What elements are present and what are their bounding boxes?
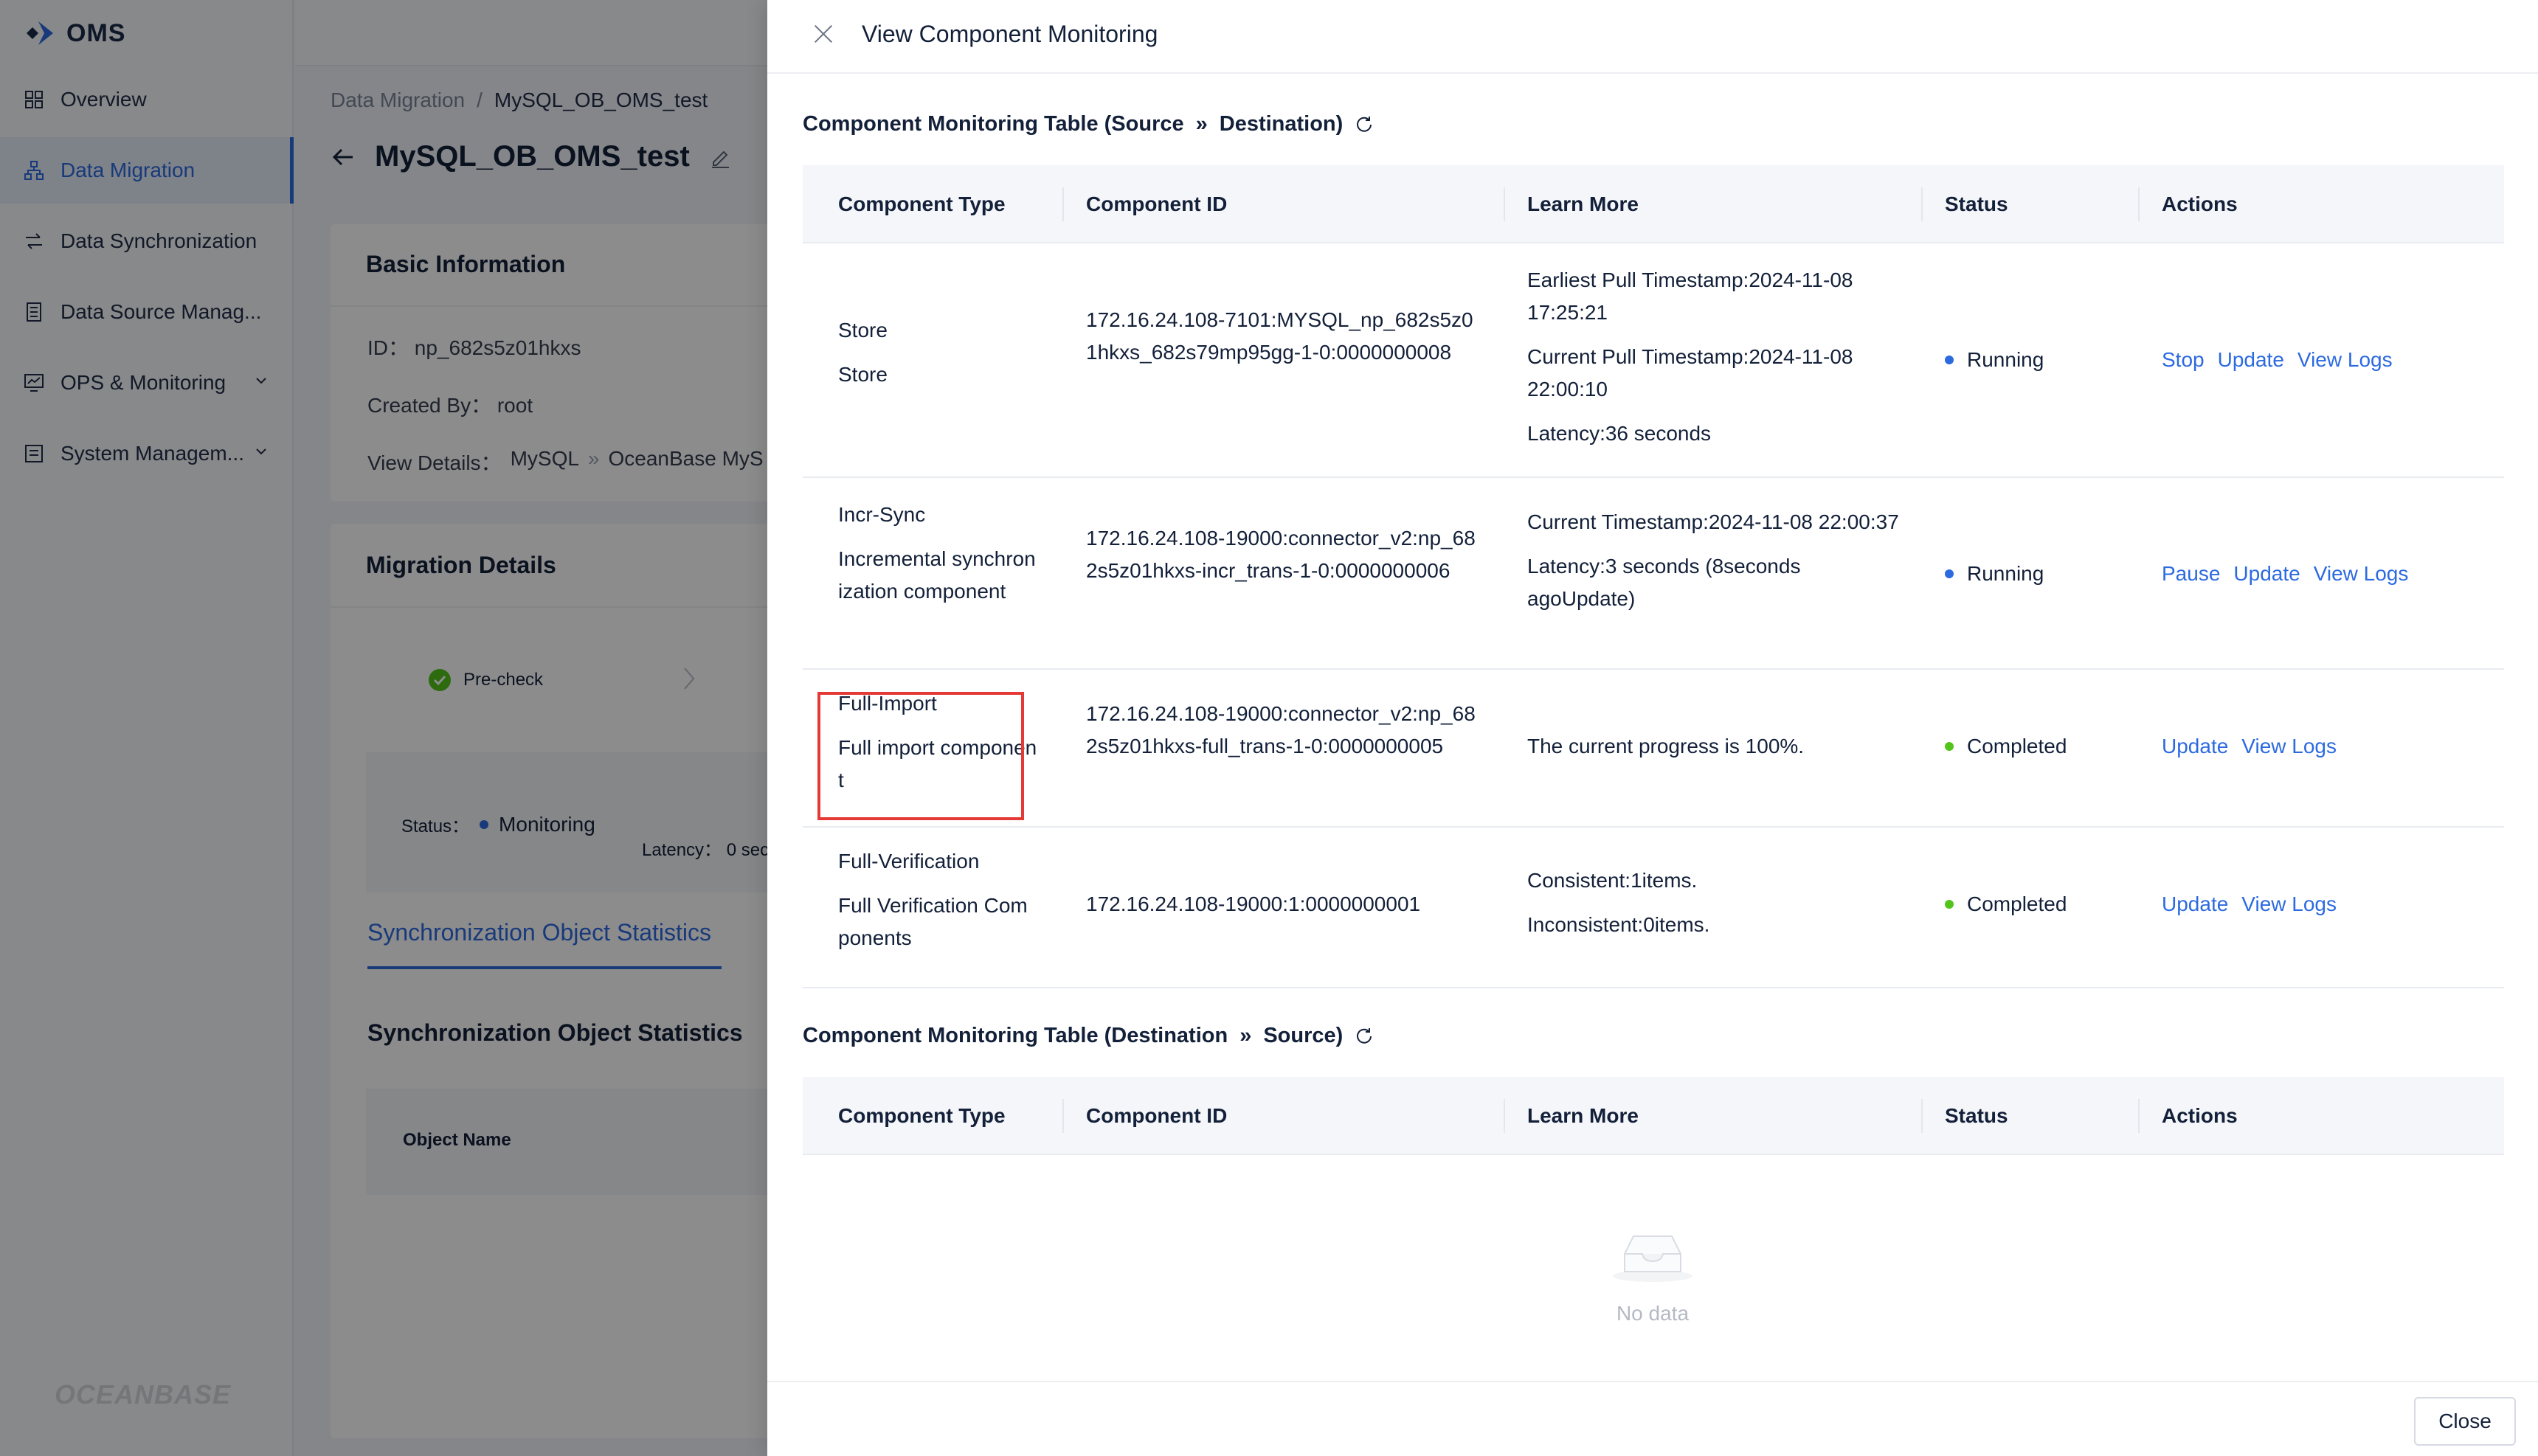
component-description: Store <box>838 363 888 386</box>
learn-more-line: Latency:36 seconds <box>1527 422 1712 445</box>
learn-more-line: Earliest Pull Timestamp:2024-11-08 17:25… <box>1527 268 1853 324</box>
section-title-prefix: Component Monitoring Table (Source <box>803 112 1184 136</box>
view-logs-link[interactable]: View Logs <box>2241 730 2337 763</box>
col-component-id: Component ID <box>1086 1104 1228 1127</box>
learn-more-cell: Current Timestamp:2024-11-08 22:00:37 La… <box>1527 506 1911 615</box>
modal-mask[interactable] <box>0 0 767 1456</box>
col-status: Status <box>1945 193 2008 215</box>
row-actions: Update View Logs <box>2162 888 2337 921</box>
status-badge: Completed <box>1945 888 2067 921</box>
close-button[interactable]: Close <box>2414 1397 2516 1446</box>
table-row: Full-Verification Full Verification Comp… <box>803 828 2504 988</box>
table-header: Component Type Component ID Learn More S… <box>803 1077 2504 1155</box>
status-text: Completed <box>1967 735 2067 758</box>
learn-more-cell: Consistent:1items. Inconsistent:0items. <box>1527 864 1911 941</box>
component-type-cell: Full-Verification Full Verification Comp… <box>838 845 1037 954</box>
table-row: Incr-Sync Incremental synchronization co… <box>803 478 2504 670</box>
status-text: Running <box>1967 348 2044 371</box>
empty-inbox-icon <box>1613 1235 1692 1282</box>
status-dot <box>1945 742 1954 751</box>
component-type-cell: Incr-Sync Incremental synchronization co… <box>838 499 1037 608</box>
drawer-title: View Component Monitoring <box>862 21 1158 47</box>
learn-more-line: Consistent:1items. <box>1527 869 1698 892</box>
section-title-destination-source: Component Monitoring Table (Destination … <box>803 1024 1374 1048</box>
update-link[interactable]: Update <box>2162 730 2228 763</box>
refresh-icon[interactable] <box>1355 1027 1374 1046</box>
component-type-cell: Store Store <box>838 314 1037 391</box>
highlight-box <box>817 692 1024 820</box>
pause-link[interactable]: Pause <box>2162 558 2220 590</box>
section-title-prefix: Component Monitoring Table (Destination <box>803 1024 1228 1047</box>
update-link[interactable]: Update <box>2162 888 2228 921</box>
empty-text: No data <box>1616 1302 1690 1325</box>
view-logs-link[interactable]: View Logs <box>2314 558 2409 590</box>
view-logs-link[interactable]: View Logs <box>2297 344 2393 376</box>
learn-more-line: Current Timestamp:2024-11-08 22:00:37 <box>1527 510 1899 533</box>
row-actions: Pause Update View Logs <box>2162 558 2408 590</box>
status-badge: Running <box>1945 558 2044 590</box>
double-chevron-icon: » <box>1195 112 1208 136</box>
component-id: 172.16.24.108-19000:connector_v2:np_682s… <box>1086 527 1476 582</box>
status-dot <box>1945 356 1954 364</box>
component-description: Incremental synchronization component <box>838 547 1036 603</box>
row-actions: Stop Update View Logs <box>2162 344 2393 376</box>
col-component-id: Component ID <box>1086 193 1228 215</box>
status-dot <box>1945 569 1954 578</box>
learn-more-line: Current Pull Timestamp:2024-11-08 22:00:… <box>1527 345 1853 401</box>
col-actions: Actions <box>2162 1104 2238 1127</box>
learn-more-cell: The current progress is 100%. <box>1527 730 1911 763</box>
col-component-type: Component Type <box>838 1104 1006 1127</box>
learn-more-cell: Earliest Pull Timestamp:2024-11-08 17:25… <box>1527 264 1911 450</box>
component-type: Incr-Sync <box>838 503 926 526</box>
status-text: Completed <box>1967 892 2067 915</box>
col-status: Status <box>1945 1104 2008 1127</box>
refresh-icon[interactable] <box>1355 115 1374 134</box>
section-title-source-destination: Component Monitoring Table (Source » Des… <box>803 112 1374 136</box>
drawer-header: View Component Monitoring <box>767 0 2538 74</box>
status-text: Running <box>1967 562 2044 585</box>
col-actions: Actions <box>2162 193 2238 215</box>
double-chevron-icon: » <box>1239 1024 1252 1047</box>
component-table-destination-source: Component Type Component ID Learn More S… <box>803 1077 2504 1158</box>
learn-more-line: Inconsistent:0items. <box>1527 913 1710 936</box>
table-header: Component Type Component ID Learn More S… <box>803 165 2504 243</box>
component-id: 172.16.24.108-19000:1:0000000001 <box>1086 892 1421 915</box>
col-learn-more: Learn More <box>1527 1104 1639 1127</box>
view-logs-link[interactable]: View Logs <box>2241 888 2337 921</box>
component-monitoring-drawer: View Component Monitoring Component Moni… <box>767 0 2538 1456</box>
section-title-suffix: Destination) <box>1219 112 1344 136</box>
table-row: Store Store 172.16.24.108-7101:MYSQL_np_… <box>803 243 2504 478</box>
component-description: Full Verification Components <box>838 894 1028 949</box>
drawer-footer: Close <box>767 1381 2538 1456</box>
status-badge: Running <box>1945 344 2044 376</box>
component-type: Full-Verification <box>838 850 980 873</box>
component-type: Store <box>838 319 888 342</box>
row-actions: Update View Logs <box>2162 730 2337 763</box>
component-id: 172.16.24.108-19000:connector_v2:np_682s… <box>1086 702 1476 758</box>
table-row: Full-Import Full import component 172.16… <box>803 670 2504 828</box>
empty-state: No data <box>1579 1224 1726 1325</box>
component-table-source-destination: Component Type Component ID Learn More S… <box>803 165 2504 988</box>
stop-link[interactable]: Stop <box>2162 344 2205 376</box>
status-badge: Completed <box>1945 730 2067 763</box>
status-dot <box>1945 900 1954 909</box>
col-component-type: Component Type <box>838 193 1006 215</box>
close-icon[interactable] <box>810 21 837 47</box>
component-id: 172.16.24.108-7101:MYSQL_np_682s5z01hkxs… <box>1086 308 1473 364</box>
update-link[interactable]: Update <box>2218 344 2284 376</box>
section-title-suffix: Source) <box>1263 1024 1344 1047</box>
col-learn-more: Learn More <box>1527 193 1639 215</box>
learn-more-line: Latency:3 seconds (8seconds agoUpdate) <box>1527 555 1801 610</box>
learn-more-line: The current progress is 100%. <box>1527 735 1805 758</box>
update-link[interactable]: Update <box>2233 558 2300 590</box>
